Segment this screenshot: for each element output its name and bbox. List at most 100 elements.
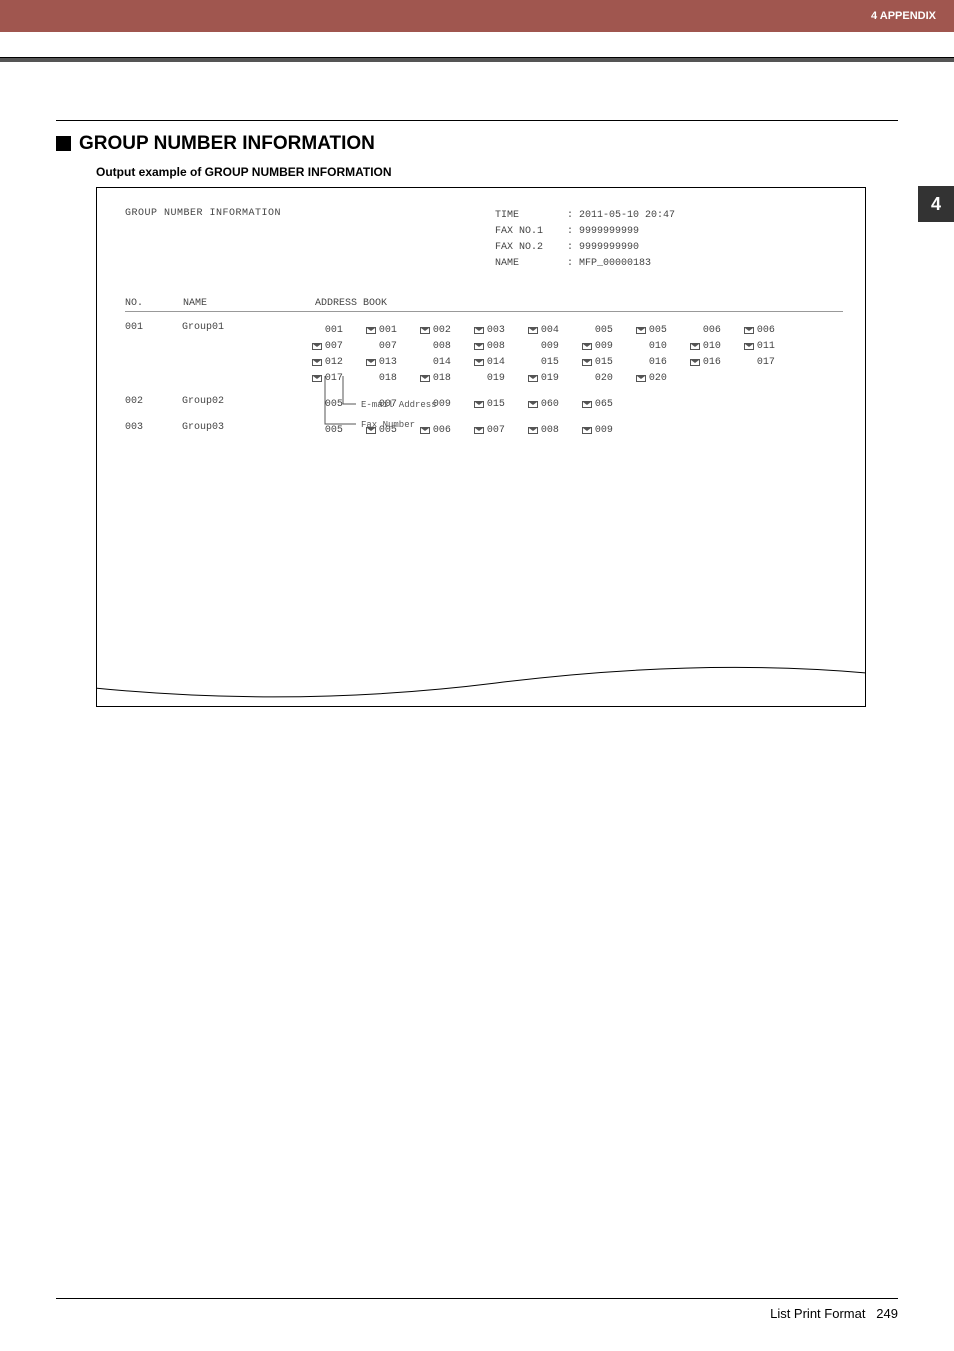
address-cell: 011 bbox=[744, 338, 798, 354]
address-cell: 020 bbox=[636, 370, 690, 386]
address-number: 012 bbox=[325, 357, 343, 368]
printout-meta-label: TIME bbox=[495, 208, 567, 224]
printout-meta-label: NAME bbox=[495, 256, 567, 272]
address-number: 008 bbox=[541, 425, 559, 436]
address-cell: 014 bbox=[420, 354, 474, 370]
address-number: 017 bbox=[757, 357, 775, 368]
envelope-icon bbox=[474, 427, 484, 434]
chapter-tab: 4 bbox=[918, 186, 954, 222]
address-number: 005 bbox=[595, 325, 613, 336]
printout-meta-row: TIME: 2011-05-10 20:47 bbox=[495, 208, 675, 224]
address-number: 018 bbox=[433, 373, 451, 384]
header-divider bbox=[0, 57, 954, 62]
address-number: 007 bbox=[379, 341, 397, 352]
address-number: 015 bbox=[595, 357, 613, 368]
footer-section-name: List Print Format bbox=[770, 1306, 865, 1321]
group-name: Group01 bbox=[182, 322, 312, 386]
address-cell: 008 bbox=[528, 422, 582, 438]
address-grid: 0010010020030040050050060060070070080080… bbox=[312, 322, 843, 386]
col-header-no: NO. bbox=[125, 298, 183, 309]
address-number: 008 bbox=[433, 341, 451, 352]
address-number: 018 bbox=[379, 373, 397, 384]
address-number: 001 bbox=[325, 325, 343, 336]
address-number: 019 bbox=[487, 373, 505, 384]
envelope-icon bbox=[528, 327, 538, 334]
address-cell: 008 bbox=[420, 338, 474, 354]
square-bullet-icon bbox=[56, 136, 71, 151]
address-cell: 017 bbox=[312, 370, 366, 386]
col-header-name: NAME bbox=[183, 298, 315, 309]
address-number: 004 bbox=[541, 325, 559, 336]
address-cell: 009 bbox=[582, 338, 636, 354]
address-number: 002 bbox=[433, 325, 451, 336]
address-cell: 017 bbox=[744, 354, 798, 370]
printout-meta-label: FAX NO.1 bbox=[495, 224, 567, 240]
address-number: 017 bbox=[325, 373, 343, 384]
address-number: 015 bbox=[541, 357, 559, 368]
envelope-icon bbox=[474, 327, 484, 334]
address-number: 007 bbox=[487, 425, 505, 436]
address-cell: 009 bbox=[420, 396, 474, 412]
address-cell: 007 bbox=[474, 422, 528, 438]
printout-meta-value: : 9999999999 bbox=[567, 224, 639, 240]
header-tab-label: 4 APPENDIX bbox=[871, 10, 936, 22]
address-cell: 008 bbox=[474, 338, 528, 354]
printout-title: GROUP NUMBER INFORMATION bbox=[125, 208, 495, 219]
printout-example: GROUP NUMBER INFORMATION TIME: 2011-05-1… bbox=[96, 187, 866, 707]
address-cell: 016 bbox=[636, 354, 690, 370]
address-cell: 009 bbox=[528, 338, 582, 354]
printout-meta-row: NAME: MFP_00000183 bbox=[495, 256, 675, 272]
address-number: 009 bbox=[541, 341, 559, 352]
address-cell: 013 bbox=[366, 354, 420, 370]
address-cell: 015 bbox=[528, 354, 582, 370]
address-cell: 003 bbox=[474, 322, 528, 338]
address-cell: 012 bbox=[312, 354, 366, 370]
address-cell: 018 bbox=[420, 370, 474, 386]
address-number: 006 bbox=[757, 325, 775, 336]
address-cell: 007 bbox=[312, 338, 366, 354]
address-cell: 060 bbox=[528, 396, 582, 412]
envelope-icon bbox=[366, 327, 376, 334]
envelope-icon bbox=[528, 375, 538, 382]
address-number: 003 bbox=[487, 325, 505, 336]
chapter-tab-number: 4 bbox=[931, 194, 941, 215]
address-cell: 016 bbox=[690, 354, 744, 370]
group-no: 001 bbox=[125, 322, 182, 386]
envelope-icon bbox=[474, 343, 484, 350]
address-cell: 006 bbox=[690, 322, 744, 338]
address-number: 020 bbox=[595, 373, 613, 384]
envelope-icon bbox=[420, 427, 430, 434]
address-cell: 001 bbox=[312, 322, 366, 338]
envelope-icon bbox=[582, 343, 592, 350]
address-cell: 010 bbox=[690, 338, 744, 354]
address-cell: 005 bbox=[582, 322, 636, 338]
envelope-icon bbox=[744, 343, 754, 350]
address-cell: 002 bbox=[420, 322, 474, 338]
col-header-addressbook: ADDRESS BOOK bbox=[315, 298, 387, 309]
address-number: 008 bbox=[487, 341, 505, 352]
address-number: 005 bbox=[379, 425, 397, 436]
printout-meta-value: : 2011-05-10 20:47 bbox=[567, 208, 675, 224]
address-number: 013 bbox=[379, 357, 397, 368]
envelope-icon bbox=[636, 327, 646, 334]
group-name: Group03 bbox=[182, 422, 312, 438]
section-title: GROUP NUMBER INFORMATION bbox=[79, 133, 375, 155]
address-cell: 007 bbox=[366, 396, 420, 412]
address-number: 011 bbox=[757, 341, 775, 352]
address-number: 001 bbox=[379, 325, 397, 336]
address-cell: 010 bbox=[636, 338, 690, 354]
group-row: 001Group01001001002003004005005006006007… bbox=[125, 322, 843, 386]
address-cell: 009 bbox=[582, 422, 636, 438]
address-cell: 001 bbox=[366, 322, 420, 338]
address-cell: 018 bbox=[366, 370, 420, 386]
envelope-icon bbox=[366, 427, 376, 434]
address-number: 010 bbox=[703, 341, 721, 352]
printout-table-header: NO. NAME ADDRESS BOOK bbox=[125, 298, 843, 312]
address-cell: 005 bbox=[312, 422, 366, 438]
address-cell: 006 bbox=[420, 422, 474, 438]
envelope-icon bbox=[582, 359, 592, 366]
address-grid: 005007009015060065 bbox=[312, 396, 843, 412]
address-number: 020 bbox=[649, 373, 667, 384]
address-number: 006 bbox=[703, 325, 721, 336]
printout-meta-row: FAX NO.1: 9999999999 bbox=[495, 224, 675, 240]
